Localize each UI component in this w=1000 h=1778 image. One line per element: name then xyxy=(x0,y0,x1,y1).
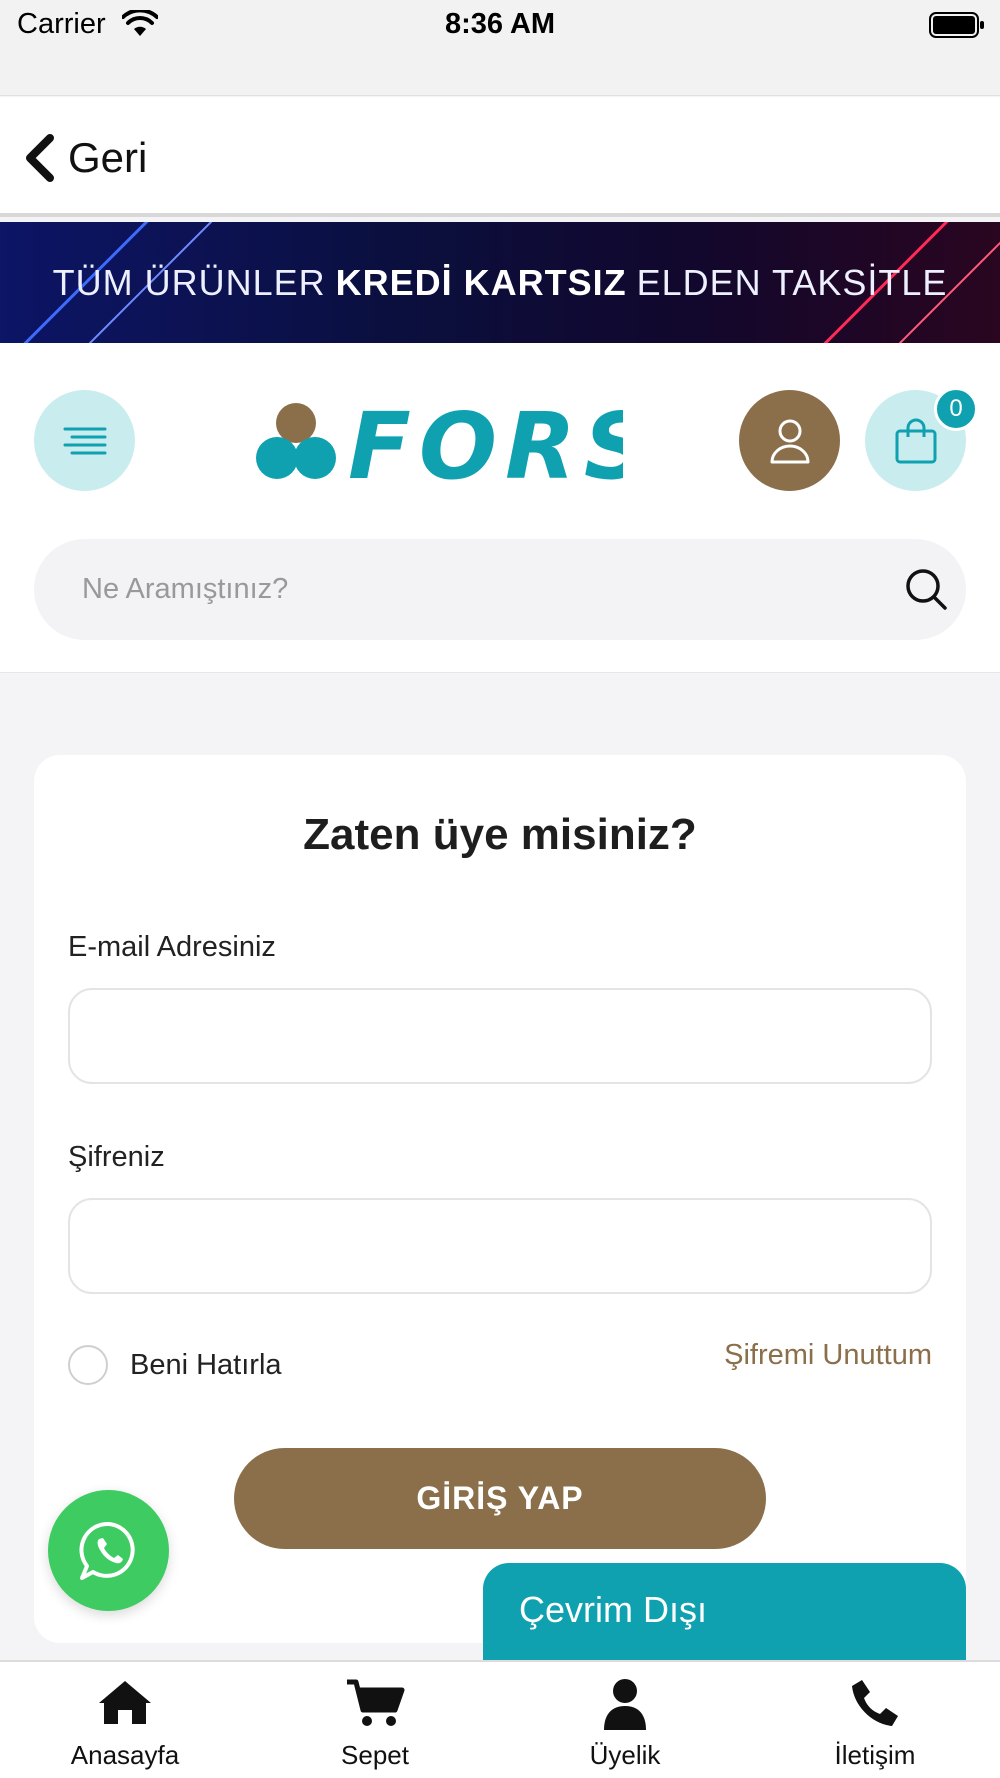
back-button[interactable]: Geri xyxy=(22,129,147,187)
clock: 8:36 AM xyxy=(444,8,556,40)
user-icon xyxy=(770,419,809,463)
cart-icon xyxy=(347,1679,405,1726)
email-field-wrapper xyxy=(68,988,932,1084)
shopping-bag-icon xyxy=(895,418,936,463)
phone-icon xyxy=(852,1680,898,1726)
navigation-bar: Geri xyxy=(0,97,1000,217)
bottom-tab-bar: Anasayfa Sepet Üyelik İletişim xyxy=(0,1660,1000,1778)
battery-icon xyxy=(929,12,984,38)
back-label: Geri xyxy=(68,134,148,181)
site-header: FORS 0 xyxy=(0,343,1000,673)
banner-text: TÜM ÜRÜNLER KREDİ KARTSIZ ELDEN TAKSİTLE xyxy=(0,222,1000,343)
tab-home-label: Anasayfa xyxy=(70,1740,180,1770)
logo-text: FORS xyxy=(348,398,623,488)
status-bar: Carrier 8:36 AM xyxy=(0,0,1000,96)
email-field[interactable] xyxy=(70,990,930,1082)
login-card: Zaten üye misiniz? E-mail Adresiniz Şifr… xyxy=(34,755,966,1643)
banner-text-after: ELDEN TAKSİTLE xyxy=(636,261,948,303)
password-field[interactable] xyxy=(70,1200,930,1292)
menu-icon xyxy=(63,427,106,454)
chevron-left-icon xyxy=(26,134,54,182)
login-title: Zaten üye misiniz? xyxy=(303,810,697,859)
forgot-password-link[interactable]: Şifremi Unuttum xyxy=(724,1339,932,1372)
account-button[interactable] xyxy=(739,390,840,491)
promo-banner[interactable]: TÜM ÜRÜNLER KREDİ KARTSIZ ELDEN TAKSİTLE xyxy=(0,222,1000,343)
tab-contact[interactable]: İletişim xyxy=(750,1662,1000,1778)
tab-membership[interactable]: Üyelik xyxy=(500,1662,750,1778)
tab-cart-label: Sepet xyxy=(341,1740,409,1770)
remember-me-toggle[interactable]: Beni Hatırla xyxy=(68,1345,282,1385)
email-label: E-mail Adresiniz xyxy=(68,931,276,963)
remember-me-radio[interactable] xyxy=(68,1345,108,1385)
whatsapp-icon xyxy=(78,1521,135,1580)
fors-logo: FORS xyxy=(256,398,623,488)
remember-me-label: Beni Hatırla xyxy=(130,1348,282,1381)
live-chat-status: Çevrim Dışı xyxy=(519,1589,707,1630)
login-button[interactable]: GİRİŞ YAP xyxy=(234,1448,766,1549)
tab-home[interactable]: Anasayfa xyxy=(0,1662,250,1778)
tab-contact-label: İletişim xyxy=(834,1740,916,1770)
banner-text-before: TÜM ÜRÜNLER xyxy=(52,261,326,303)
password-field-wrapper xyxy=(68,1198,932,1294)
tab-membership-label: Üyelik xyxy=(589,1740,661,1770)
banner-text-bold: KREDİ KARTSIZ xyxy=(335,261,627,303)
password-label: Şifreniz xyxy=(68,1141,165,1173)
user-icon xyxy=(604,1679,646,1730)
home-icon xyxy=(99,1681,151,1724)
live-chat-tab[interactable]: Çevrim Dışı xyxy=(483,1563,966,1663)
tab-cart[interactable]: Sepet xyxy=(250,1662,500,1778)
search-input[interactable] xyxy=(82,539,862,640)
whatsapp-button[interactable] xyxy=(48,1490,169,1611)
search-bar xyxy=(34,539,966,640)
cart-count-badge: 0 xyxy=(934,387,978,431)
search-icon[interactable] xyxy=(904,567,948,611)
menu-button[interactable] xyxy=(34,390,135,491)
